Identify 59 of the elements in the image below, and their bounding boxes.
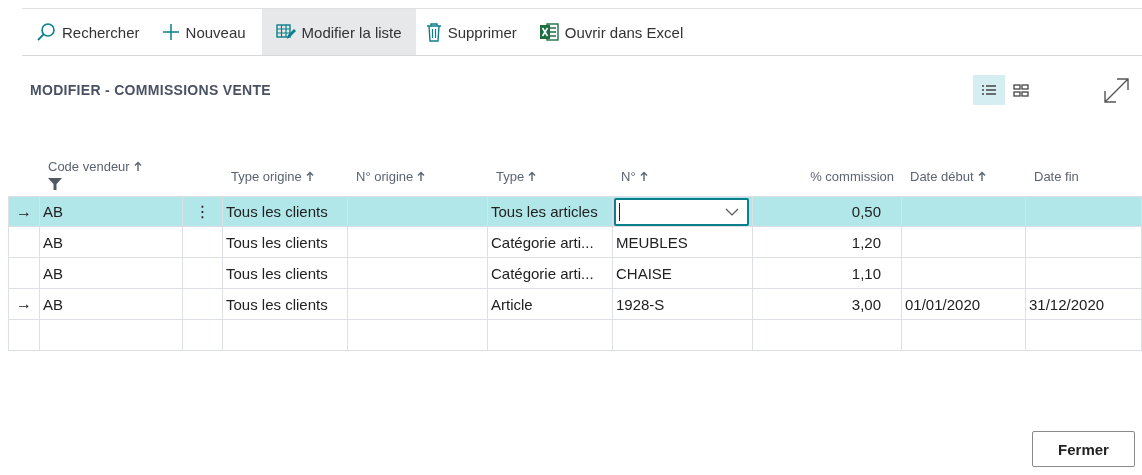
- table-edit-icon: [275, 23, 296, 41]
- column-header[interactable]: Code vendeur: [40, 146, 183, 196]
- table-cell: Tous les clients: [223, 196, 348, 227]
- list-view-button[interactable]: [973, 75, 1005, 105]
- column-header[interactable]: Date début: [902, 146, 1026, 196]
- table-cell: 1,10: [753, 258, 902, 289]
- row-menu-cell: [183, 320, 223, 351]
- table-cell: AB: [40, 227, 183, 258]
- close-button[interactable]: Fermer: [1032, 431, 1135, 467]
- column-header[interactable]: Date fin: [1026, 146, 1142, 196]
- toolbar-button[interactable]: Ouvrir dans Excel: [532, 9, 696, 55]
- toolbar-button[interactable]: Modifier la liste: [261, 9, 416, 55]
- row-menu-cell: [183, 289, 223, 320]
- chevron-down-icon: [725, 207, 739, 216]
- expand-icon[interactable]: [1103, 76, 1130, 104]
- sort-ascending-icon: [305, 171, 314, 182]
- plus-icon: [161, 23, 180, 41]
- row-menu-cell[interactable]: ⋮: [183, 196, 223, 227]
- table-cell: Catégorie arti...: [488, 258, 613, 289]
- table-cell: Catégorie arti...: [488, 227, 613, 258]
- column-header[interactable]: N°: [613, 146, 753, 196]
- sort-ascending-icon: [977, 171, 986, 182]
- row-menu-cell: [183, 227, 223, 258]
- toolbar-button[interactable]: Supprimer: [419, 9, 529, 55]
- table-cell: Tous les articles: [488, 196, 613, 227]
- table-cell: AB: [40, 258, 183, 289]
- toolbar-button[interactable]: Rechercher: [30, 9, 152, 55]
- spreadsheet-icon: [538, 22, 559, 42]
- column-header[interactable]: N° origine: [348, 146, 488, 196]
- table-cell: Tous les clients: [223, 258, 348, 289]
- search-icon: [36, 22, 56, 42]
- sort-ascending-icon: [417, 171, 426, 182]
- row-marker-cell: →: [8, 289, 40, 320]
- column-header[interactable]: % commission: [753, 146, 902, 196]
- table-cell: 0,50: [753, 196, 902, 227]
- table-cell: AB: [40, 196, 183, 227]
- table-cell: Tous les clients: [223, 289, 348, 320]
- column-header[interactable]: Type origine: [223, 146, 348, 196]
- table-cell: 01/01/2020: [902, 289, 1026, 320]
- table-cell: Tous les clients: [223, 227, 348, 258]
- row-menu-cell: [183, 258, 223, 289]
- table-cell: 1,20: [753, 227, 902, 258]
- column-header[interactable]: Type: [488, 146, 613, 196]
- table-cell: CHAISE: [613, 258, 753, 289]
- trash-icon: [425, 22, 442, 42]
- filter-icon[interactable]: [48, 178, 62, 190]
- page-title: MODIFIER - COMMISSIONS VENTE: [30, 82, 272, 98]
- sort-ascending-icon: [639, 171, 648, 182]
- table-cell: 1928-S: [613, 289, 753, 320]
- table-cell: Article: [488, 289, 613, 320]
- grid-icon: [1012, 81, 1030, 99]
- toolbar-button[interactable]: Nouveau: [155, 9, 258, 55]
- table-cell: AB: [40, 289, 183, 320]
- sort-ascending-icon: [133, 161, 142, 172]
- table-cell: MEUBLES: [613, 227, 753, 258]
- row-marker-cell: →: [8, 196, 40, 227]
- table-cell: 3,00: [753, 289, 902, 320]
- sort-ascending-icon: [528, 171, 537, 182]
- table-cell: 31/12/2020: [1026, 289, 1142, 320]
